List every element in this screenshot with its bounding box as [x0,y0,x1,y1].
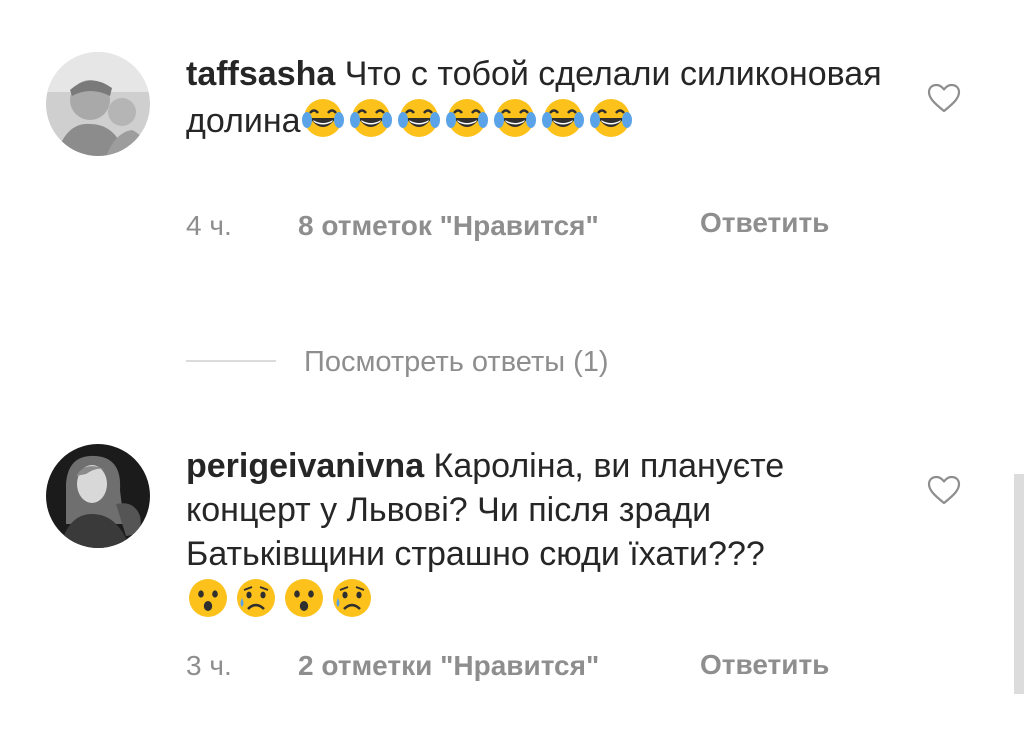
tears-of-joy-emoji-icon [397,96,441,140]
comment-username[interactable]: taffsasha [186,55,335,93]
likes-count-link[interactable]: 8 отметок "Нравится" [298,208,599,244]
reply-button[interactable]: Ответить [700,642,840,688]
comment-body: taffsasha Что с тобой сделали силиконова… [186,52,886,143]
tears-of-joy-emoji-icon [349,96,393,140]
like-heart-icon[interactable] [926,82,962,114]
comment-username[interactable]: perigeivanivna [186,447,424,485]
tears-of-joy-emoji-icon [493,96,537,140]
avatar-perigeivanivna[interactable] [46,444,150,548]
likes-count-link[interactable]: 2 отметки "Нравится" [298,648,599,684]
comment-body: perigeivanivna Кароліна, ви плануєте кон… [186,444,886,623]
view-replies-button[interactable]: Посмотреть ответы (1) [304,344,609,380]
comment-time: 3 ч. [186,650,232,681]
tears-of-joy-emoji-icon [301,96,345,140]
comment-time: 4 ч. [186,210,232,241]
scrollbar[interactable] [1014,474,1024,694]
hushed-face-emoji-icon [282,576,326,620]
tears-of-joy-emoji-icon [541,96,585,140]
sad-relieved-face-emoji-icon [330,576,374,620]
avatar-taffsasha[interactable] [46,52,150,156]
hushed-face-emoji-icon [186,576,230,620]
emoji-row [186,579,378,620]
like-heart-icon[interactable] [926,474,962,506]
tears-of-joy-emoji-icon [445,96,489,140]
emoji-row [301,99,637,140]
reply-button[interactable]: Ответить [700,200,840,246]
replies-divider [186,360,276,362]
tears-of-joy-emoji-icon [589,96,633,140]
sad-relieved-face-emoji-icon [234,576,278,620]
comments-page: taffsasha Что с тобой сделали силиконова… [0,0,1024,756]
